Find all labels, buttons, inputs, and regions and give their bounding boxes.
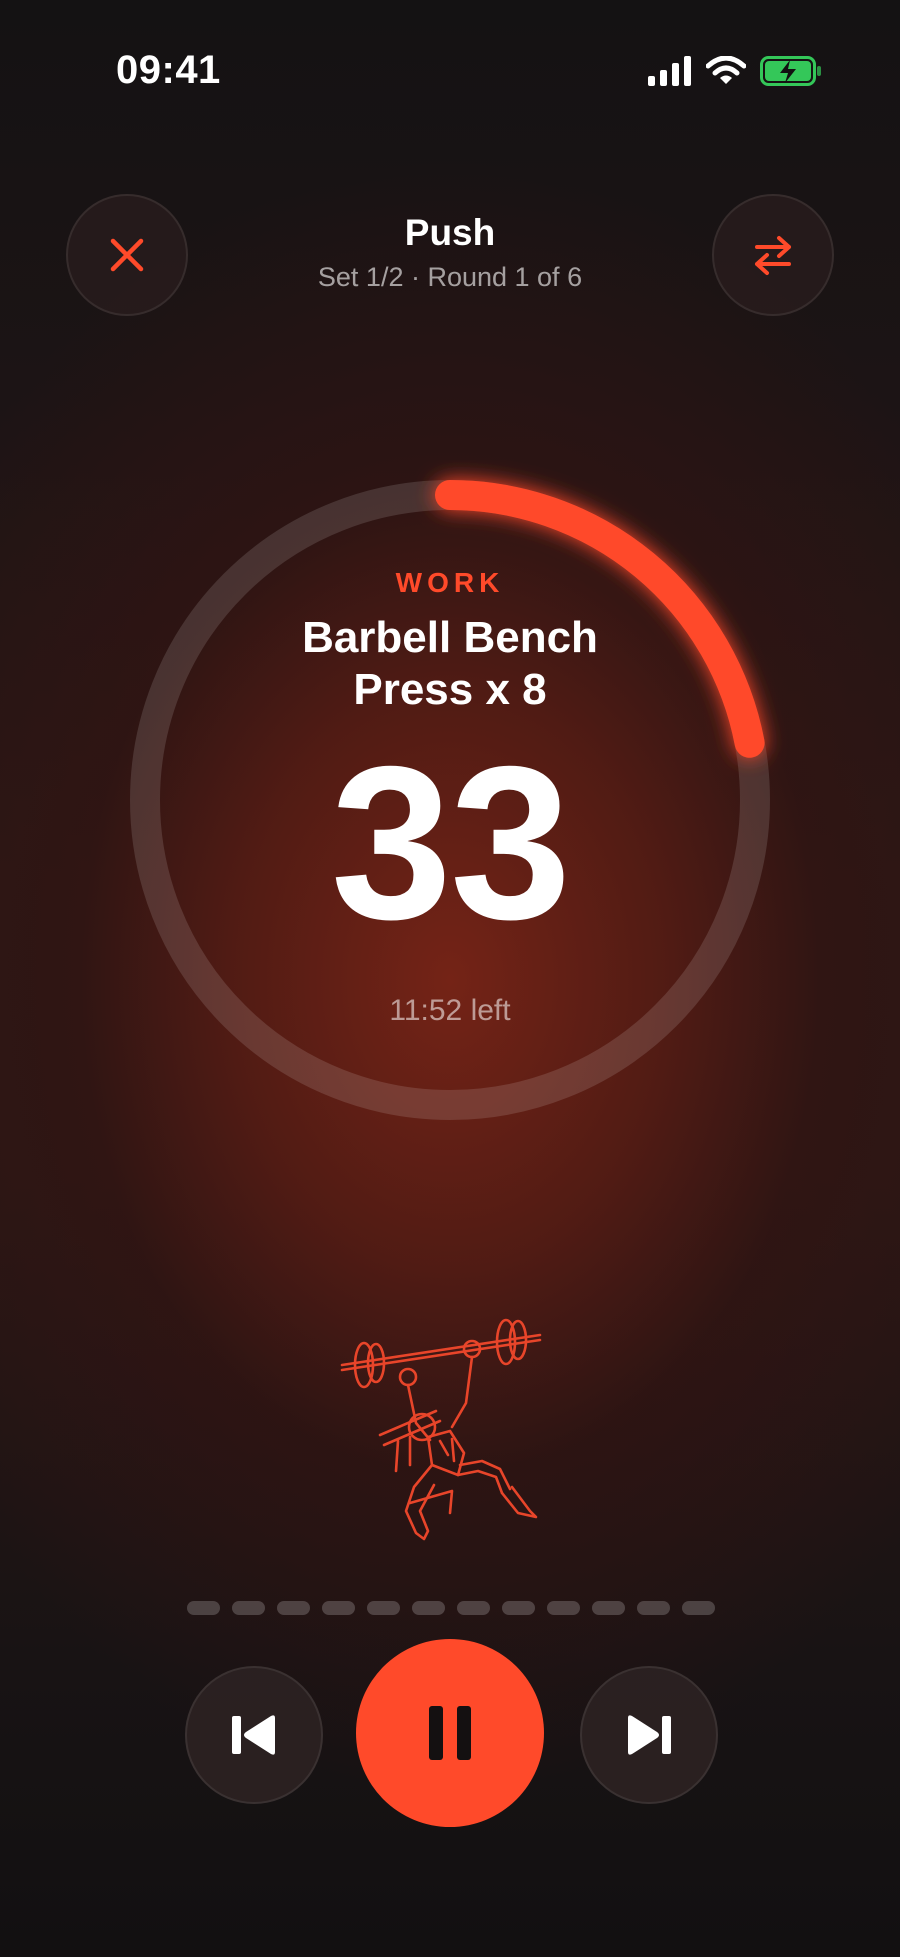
exercise-name-line1: Barbell Bench <box>302 613 598 662</box>
progress-dash <box>367 1601 400 1615</box>
progress-dash <box>232 1601 265 1615</box>
next-button[interactable] <box>580 1666 718 1804</box>
phase-label: WORK <box>395 567 505 598</box>
progress-dash <box>322 1601 355 1615</box>
status-time: 09:41 <box>116 48 221 92</box>
progress-dash <box>457 1601 490 1615</box>
pause-button[interactable] <box>356 1639 544 1827</box>
workout-timer-screen: 09:41 Push Set 1/2 · Round 1 of 6 WORK B… <box>0 0 900 1957</box>
wifi-icon <box>706 56 746 84</box>
battery-charging-icon <box>760 56 821 86</box>
swap-exercise-button[interactable] <box>712 194 834 316</box>
status-icons <box>648 56 822 86</box>
previous-button[interactable] <box>185 1666 323 1804</box>
swap-arrows-icon <box>755 236 791 275</box>
progress-dash <box>547 1601 580 1615</box>
progress-dash <box>277 1601 310 1615</box>
time-left: 11:52 left <box>389 994 511 1027</box>
skip-next-icon <box>628 1715 671 1755</box>
signal-icon <box>648 56 691 86</box>
progress-dash <box>682 1601 715 1615</box>
pause-icon <box>429 1706 471 1760</box>
exercise-name: Barbell Bench Press x 8 <box>250 612 650 716</box>
progress-dash <box>412 1601 445 1615</box>
countdown-seconds: 33 <box>330 722 571 965</box>
round-progress-dashes <box>187 1601 715 1615</box>
bench-press-illustration <box>340 1318 542 1541</box>
progress-dash <box>502 1601 535 1615</box>
skip-previous-icon <box>232 1715 275 1755</box>
progress-dash <box>637 1601 670 1615</box>
progress-dash <box>592 1601 625 1615</box>
progress-dash <box>187 1601 220 1615</box>
exercise-name-line2: Press x 8 <box>353 665 547 714</box>
